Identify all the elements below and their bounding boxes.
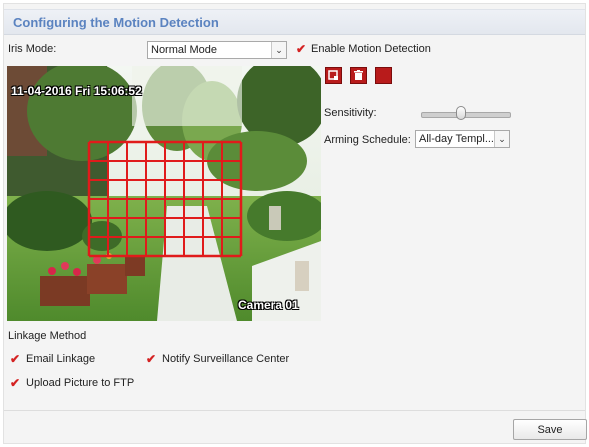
linkage-method-title: Linkage Method bbox=[8, 330, 87, 342]
draw-area-icon bbox=[328, 70, 338, 80]
notify-center-label: Notify Surveillance Center bbox=[162, 353, 290, 365]
arming-schedule-value: All-day Templ... bbox=[419, 133, 493, 145]
clear-area-button[interactable] bbox=[350, 67, 367, 84]
clear-area-icon bbox=[354, 70, 363, 80]
camera-name-label: Camera 01 bbox=[238, 298, 299, 312]
enable-motion-checkbox[interactable]: ✔ bbox=[296, 43, 307, 55]
page-title: Configuring the Motion Detection bbox=[13, 15, 219, 30]
email-linkage-label: Email Linkage bbox=[26, 353, 96, 365]
save-button[interactable]: Save bbox=[513, 419, 587, 440]
sensitivity-slider-thumb[interactable] bbox=[456, 106, 467, 120]
upload-ftp-checkbox[interactable]: ✔ bbox=[10, 377, 21, 389]
notify-center-checkbox[interactable]: ✔ bbox=[146, 353, 157, 365]
motion-detection-panel: Configuring the Motion Detection Iris Mo… bbox=[3, 3, 587, 444]
iris-mode-value: Normal Mode bbox=[151, 44, 218, 56]
iris-mode-label: Iris Mode: bbox=[8, 43, 57, 55]
video-timestamp: 11-04-2016 Fri 15:06:52 bbox=[11, 84, 142, 98]
draw-area-button[interactable] bbox=[325, 67, 342, 84]
sensitivity-label: Sensitivity: bbox=[324, 107, 377, 119]
chevron-down-icon: ⌄ bbox=[494, 131, 509, 147]
iris-mode-select[interactable]: Normal Mode ⌄ bbox=[147, 41, 287, 59]
stop-drawing-button[interactable] bbox=[375, 67, 392, 84]
title-bar: Configuring the Motion Detection bbox=[4, 9, 585, 35]
enable-motion-label: Enable Motion Detection bbox=[311, 43, 431, 55]
arming-schedule-label: Arming Schedule: bbox=[324, 134, 411, 146]
chevron-down-icon: ⌄ bbox=[271, 42, 286, 58]
motion-grid[interactable] bbox=[7, 66, 321, 321]
stop-drawing-icon bbox=[378, 70, 389, 81]
arming-schedule-select[interactable]: All-day Templ... ⌄ bbox=[415, 130, 510, 148]
video-preview[interactable]: 11-04-2016 Fri 15:06:52 Camera 01 bbox=[7, 66, 321, 321]
upload-ftp-label: Upload Picture to FTP bbox=[26, 377, 135, 389]
divider bbox=[4, 410, 585, 411]
email-linkage-checkbox[interactable]: ✔ bbox=[10, 353, 21, 365]
